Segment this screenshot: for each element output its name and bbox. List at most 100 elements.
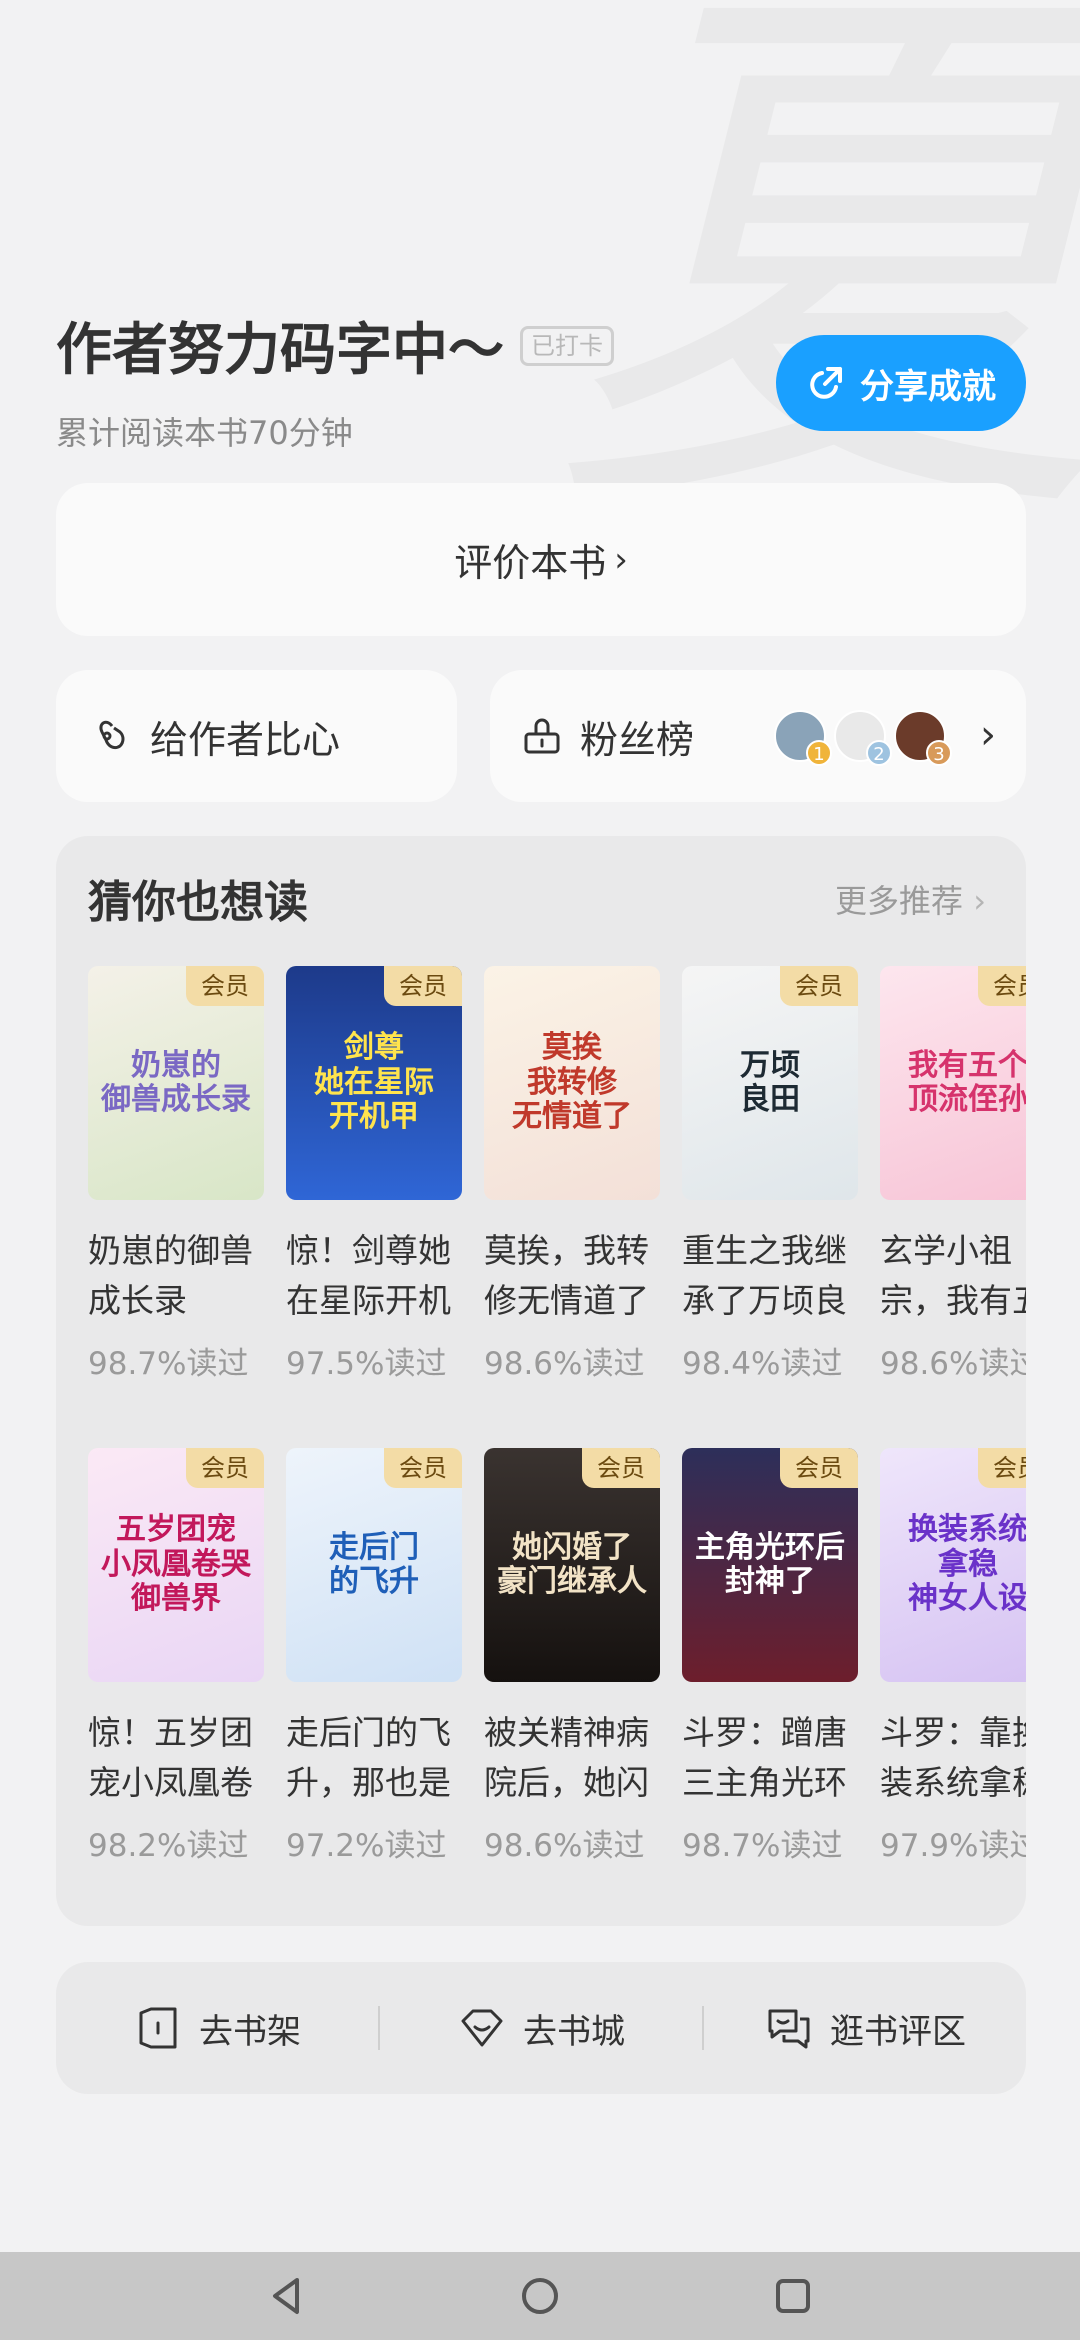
finger-heart-icon [99, 720, 125, 750]
fans-label: 粉丝榜 [580, 717, 695, 762]
vip-badge: 会员 [978, 966, 1026, 1006]
book-card[interactable]: 莫挨 我转修 无情道了 莫挨，我转修无情道了 98.6%读过 [484, 966, 660, 1383]
cover-art-text: 莫挨 我转修 无情道了 [512, 1030, 632, 1135]
back-icon[interactable] [263, 2272, 311, 2320]
read-rate: 97.5%读过 [286, 1346, 447, 1382]
send-heart-label: 给作者比心 [150, 717, 341, 762]
bookstore-icon [461, 2009, 503, 2047]
bookshelf-icon [139, 2007, 177, 2049]
vip-badge: 会员 [780, 1448, 858, 1488]
vip-badge: 会员 [384, 966, 462, 1006]
book-card[interactable]: 她闪婚了 豪门继承人 会员 被关精神病院后，她闪 98.6%读过 [484, 1448, 660, 1865]
cover-art-text: 奶崽的 御兽成长录 [101, 1047, 251, 1117]
book-cover: 走后门 的飞升 会员 [286, 1448, 462, 1682]
read-rate: 98.7%读过 [682, 1828, 843, 1864]
fans-ranking-icon [524, 718, 560, 754]
book-cover: 五岁团宠 小凤凰卷哭 御兽界 会员 [88, 1448, 264, 1682]
book-title: 惊！五岁团宠小凤凰卷 [88, 1713, 253, 1802]
header: 作者努力码字中～ 已打卡 累计阅读本书70分钟 分享成就 [56, 305, 1026, 465]
home-icon[interactable] [516, 2272, 564, 2320]
book-title: 奶崽的御兽成长录 [88, 1231, 253, 1320]
read-rate: 97.2%读过 [286, 1828, 447, 1864]
cover-art-text: 走后门 的飞升 [329, 1529, 419, 1599]
support-row: 给作者比心 粉丝榜 1 2 3 › [56, 670, 1026, 802]
share-label: 分享成就 [860, 366, 996, 407]
vip-badge: 会员 [582, 1448, 660, 1488]
rank-badge: 2 [866, 740, 892, 766]
book-card[interactable]: 五岁团宠 小凤凰卷哭 御兽界 会员 惊！五岁团宠小凤凰卷 98.2%读过 [88, 1448, 264, 1865]
book-reviews-button[interactable]: 逛书评区 [704, 2003, 1026, 2053]
read-rate: 98.6%读过 [484, 1828, 645, 1864]
avatar: 3 [894, 710, 952, 766]
book-cover: 剑尊 她在星际 开机甲 会员 [286, 966, 462, 1200]
avatar: 1 [774, 710, 832, 766]
book-title: 惊！剑尊她在星际开机 [286, 1231, 451, 1320]
share-icon [810, 367, 842, 399]
go-bookshelf-button[interactable]: 去书架 [56, 2003, 378, 2053]
go-bookstore-label: 去书城 [523, 2011, 625, 2052]
recommendation-panel: 猜你也想读 更多推荐 › 奶崽的 御兽成长录 会员 奶崽的御兽成长录 98.7%… [56, 836, 1026, 1926]
read-rate: 98.7%读过 [88, 1346, 249, 1382]
book-cover: 莫挨 我转修 无情道了 [484, 966, 660, 1200]
book-cover: 我有五个 顶流侄孙 会员 [880, 966, 1026, 1200]
read-rate: 98.4%读过 [682, 1346, 843, 1382]
share-achievement-button[interactable]: 分享成就 [776, 335, 1026, 431]
check-in-badge: 已打卡 [520, 325, 614, 366]
chevron-right-icon: › [973, 882, 986, 920]
cover-art-text: 我有五个 顶流侄孙 [908, 1047, 1026, 1117]
more-recommendations-link[interactable]: 更多推荐 › [835, 876, 986, 922]
book-row-2: 五岁团宠 小凤凰卷哭 御兽界 会员 惊！五岁团宠小凤凰卷 98.2%读过 走后门… [88, 1448, 1026, 1865]
read-rate: 98.2%读过 [88, 1828, 249, 1864]
book-title: 重生之我继承了万顷良 [682, 1231, 847, 1320]
chevron-right-icon: › [614, 539, 628, 580]
book-title: 被关精神病院后，她闪 [484, 1713, 649, 1802]
cover-art-text: 主角光环后 封神了 [695, 1529, 845, 1599]
vip-badge: 会员 [978, 1448, 1026, 1488]
vip-badge: 会员 [186, 966, 264, 1006]
status-title-text: 作者努力码字中～ [56, 318, 504, 383]
rate-book-button[interactable]: 评价本书 › [56, 483, 1026, 636]
book-title: 莫挨，我转修无情道了 [484, 1231, 649, 1320]
book-cover: 她闪婚了 豪门继承人 会员 [484, 1448, 660, 1682]
comments-icon [768, 2009, 810, 2049]
send-heart-button[interactable]: 给作者比心 [56, 670, 457, 802]
book-card[interactable]: 主角光环后 封神了 会员 斗罗：蹭唐三主角光环 98.7%读过 [682, 1448, 858, 1865]
book-card[interactable]: 万顷 良田 会员 重生之我继承了万顷良 98.4%读过 [682, 966, 858, 1383]
vip-badge: 会员 [186, 1448, 264, 1488]
top-fans-avatars: 1 2 3 [766, 710, 952, 766]
go-bookshelf-label: 去书架 [199, 2011, 301, 2052]
book-card[interactable]: 奶崽的 御兽成长录 会员 奶崽的御兽成长录 98.7%读过 [88, 966, 264, 1383]
more-label: 更多推荐 [835, 882, 964, 920]
vip-badge: 会员 [384, 1448, 462, 1488]
rank-badge: 3 [926, 740, 952, 766]
rank-badge: 1 [806, 740, 832, 766]
recents-icon[interactable] [769, 2272, 817, 2320]
book-title: 斗罗：靠换装系统拿稳 [880, 1713, 1026, 1802]
book-reviews-label: 逛书评区 [830, 2011, 966, 2052]
rate-label: 评价本书 [454, 541, 607, 585]
cover-art-text: 万顷 良田 [740, 1047, 800, 1117]
book-card[interactable]: 剑尊 她在星际 开机甲 会员 惊！剑尊她在星际开机 97.5%读过 [286, 966, 462, 1383]
book-cover: 换装系统 拿稳 神女人设 会员 [880, 1448, 1026, 1682]
chevron-right-icon: › [980, 712, 996, 758]
book-cover: 奶崽的 御兽成长录 会员 [88, 966, 264, 1200]
system-navigation-bar [0, 2252, 1080, 2340]
fans-ranking-button[interactable]: 粉丝榜 1 2 3 › [490, 670, 1026, 802]
go-bookstore-button[interactable]: 去书城 [380, 2003, 702, 2053]
cover-art-text: 剑尊 她在星际 开机甲 [314, 1030, 434, 1135]
book-title: 斗罗：蹭唐三主角光环 [682, 1713, 847, 1802]
book-card[interactable]: 我有五个 顶流侄孙 会员 玄学小祖宗，我有五 98.6%读过 [880, 966, 1026, 1383]
book-card[interactable]: 换装系统 拿稳 神女人设 会员 斗罗：靠换装系统拿稳 97.9%读过 [880, 1448, 1026, 1865]
book-card[interactable]: 走后门 的飞升 会员 走后门的飞升，那也是 97.2%读过 [286, 1448, 462, 1865]
book-title: 玄学小祖宗，我有五 [880, 1231, 1026, 1320]
avatar: 2 [834, 710, 892, 766]
cover-art-text: 她闪婚了 豪门继承人 [497, 1529, 647, 1599]
vip-badge: 会员 [780, 966, 858, 1006]
book-row-1: 奶崽的 御兽成长录 会员 奶崽的御兽成长录 98.7%读过 剑尊 她在星际 开机… [88, 966, 1026, 1383]
cover-art-text: 五岁团宠 小凤凰卷哭 御兽界 [101, 1512, 251, 1617]
recommendation-title: 猜你也想读 [88, 877, 308, 928]
cover-art-text: 换装系统 拿稳 神女人设 [908, 1512, 1026, 1617]
read-rate: 98.6%读过 [880, 1346, 1026, 1382]
read-rate: 98.6%读过 [484, 1346, 645, 1382]
book-cover: 主角光环后 封神了 会员 [682, 1448, 858, 1682]
